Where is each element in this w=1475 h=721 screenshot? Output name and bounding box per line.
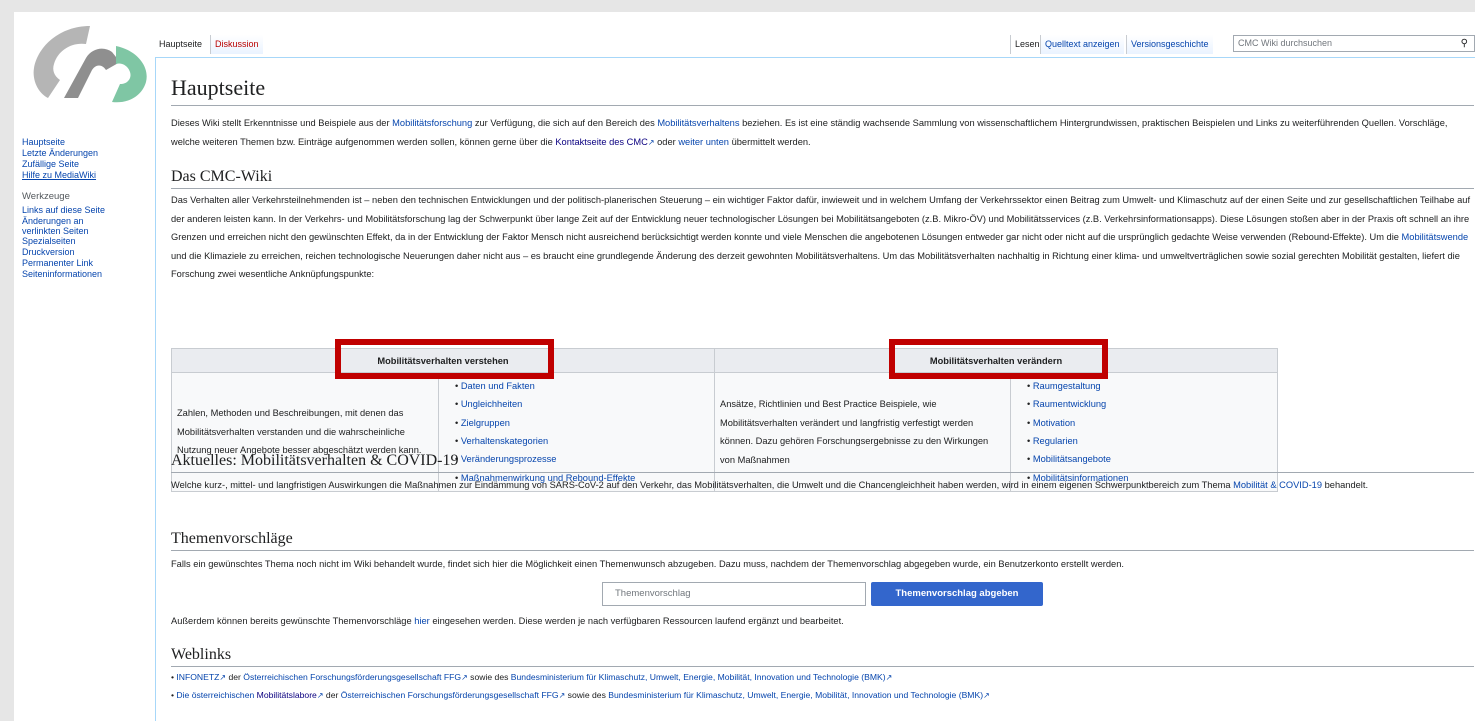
section-heading-themenvorschlaege: Themenvorschläge [171, 530, 1474, 551]
sidebar-item-hilfe[interactable]: Hilfe zu MediaWiki [22, 170, 142, 181]
sidebar-item-links-auf-diese-seite[interactable]: Links auf diese Seite [22, 205, 142, 216]
aktuelles-paragraph: Welche kurz-, mittel- und langfristigen … [171, 480, 1369, 490]
highlight-box-verstehen [335, 339, 554, 379]
link-ungleichheiten[interactable]: Ungleichheiten [461, 399, 523, 409]
highlight-box-veraendern [889, 339, 1108, 379]
link-kontaktseite[interactable]: Kontaktseite des CMC [555, 137, 648, 147]
list-item: Raumgestaltung [1033, 377, 1276, 395]
link-ffg[interactable]: Österreichischen Forschungsförderungsges… [243, 672, 461, 682]
cmc-wiki-paragraph: Das Verhalten aller Verkehrsteilnehmende… [171, 195, 1471, 279]
list-item: Daten und Fakten [461, 377, 713, 395]
main-content: Hauptseite Dieses Wiki stellt Erkenntnis… [155, 57, 1475, 721]
tab-hauptseite[interactable]: Hauptseite [155, 35, 207, 54]
sidebar-item-seiteninformationen[interactable]: Seiteninformationen [22, 269, 142, 280]
col1-links: Daten und Fakten Ungleichheiten Zielgrup… [438, 372, 715, 492]
link-raumentwicklung[interactable]: Raumentwicklung [1033, 399, 1106, 409]
proposal-row: Themenvorschlag Themenvorschlag abgeben [171, 582, 1471, 608]
proposal-input[interactable]: Themenvorschlag [602, 582, 866, 606]
intro-paragraph: Dieses Wiki stellt Erkenntnisse und Beis… [171, 118, 1448, 147]
link-mobilitaetswende[interactable]: Mobilitätswende [1402, 232, 1469, 242]
link-daten-und-fakten[interactable]: Daten und Fakten [461, 381, 535, 391]
search-input[interactable]: CMC Wiki durchsuchen ⚲ [1233, 35, 1475, 52]
section-heading-aktuelles: Aktuelles: Mobilitätsverhalten & COVID-1… [171, 452, 1474, 473]
tab-quelltext-anzeigen[interactable]: Quelltext anzeigen [1040, 35, 1124, 54]
link-bmk[interactable]: Bundesministerium für Klimaschutz, Umwel… [511, 672, 886, 682]
link-verhaltenskategorien[interactable]: Verhaltenskategorien [461, 436, 548, 446]
search-placeholder: CMC Wiki durchsuchen [1238, 38, 1333, 48]
link-zielgruppen[interactable]: Zielgruppen [461, 418, 510, 428]
themenvorschlaege-paragraph: Falls ein gewünschtes Thema noch nicht i… [171, 559, 1124, 569]
col2-description: Ansätze, Richtlinien und Best Practice B… [714, 372, 1011, 492]
section-heading-cmc-wiki: Das CMC-Wiki [171, 168, 1474, 189]
link-regularien[interactable]: Regularien [1033, 436, 1078, 446]
weblinks-list: INFONETZ↗ der Österreichischen Forschung… [171, 669, 990, 705]
sidebar-item-druckversion[interactable]: Druckversion [22, 247, 142, 258]
search-icon[interactable]: ⚲ [1461, 36, 1468, 51]
sidebar-item-letzte-aenderungen[interactable]: Letzte Änderungen [22, 148, 142, 159]
link-mobilitaet-covid[interactable]: Mobilität & COVID-19 [1233, 480, 1322, 490]
link-motivation[interactable]: Motivation [1033, 418, 1075, 428]
section-heading-weblinks: Weblinks [171, 646, 1474, 667]
page-title: Hauptseite [171, 75, 1474, 106]
link-raumgestaltung[interactable]: Raumgestaltung [1033, 381, 1101, 391]
list-item: INFONETZ↗ der Österreichischen Forschung… [171, 669, 990, 687]
themenvorschlaege-paragraph-2: Außerdem können bereits gewünschte Theme… [171, 616, 844, 626]
cmc-logo[interactable] [20, 18, 160, 108]
list-item: Raumentwicklung [1033, 395, 1276, 413]
link-mobilitaetsforschung[interactable]: Mobilitätsforschung [392, 118, 472, 128]
external-link-icon: ↗ [647, 137, 655, 147]
sidebar-item-spezialseiten[interactable]: Spezialseiten [22, 236, 142, 247]
tab-diskussion[interactable]: Diskussion [210, 35, 263, 54]
submit-proposal-button[interactable]: Themenvorschlag abgeben [871, 582, 1043, 606]
tab-versionsgeschichte[interactable]: Versionsgeschichte [1126, 35, 1213, 54]
sidebar: Hauptseite Letzte Änderungen Zufällige S… [22, 137, 142, 280]
link-bmk-2[interactable]: Bundesministerium für Klimaschutz, Umwel… [608, 690, 983, 700]
sidebar-item-permanenter-link[interactable]: Permanenter Link [22, 258, 142, 269]
list-item: Die österreichischen Mobilitätslabore↗ d… [171, 687, 989, 705]
list-item: Motivation [1033, 414, 1276, 432]
list-item: Zielgruppen [461, 414, 713, 432]
tab-lesen[interactable]: Lesen [1010, 35, 1044, 54]
link-mobilitaetslabore[interactable]: Mobilitätslabore [257, 690, 317, 700]
link-ffg-2[interactable]: Österreichischen Forschungsförderungsges… [341, 690, 559, 700]
col2-links: Raumgestaltung Raumentwicklung Motivatio… [1010, 372, 1278, 492]
col1-description: Zahlen, Methoden und Beschreibungen, mit… [171, 372, 439, 492]
tools-heading: Werkzeuge [22, 191, 70, 202]
link-weiter-unten[interactable]: weiter unten [678, 137, 729, 147]
list-item: Ungleichheiten [461, 395, 713, 413]
link-mobilitaetsverhalten[interactable]: Mobilitätsverhaltens [657, 118, 739, 128]
sidebar-item-aenderungen-verlinkt[interactable]: Änderungen an verlinkten Seiten [22, 216, 117, 236]
link-infonetz[interactable]: INFONETZ [176, 672, 219, 682]
list-item: Verhaltenskategorien [461, 432, 713, 450]
list-item: Regularien [1033, 432, 1276, 450]
sidebar-item-hauptseite[interactable]: Hauptseite [22, 137, 142, 148]
link-hier[interactable]: hier [414, 616, 430, 626]
sidebar-item-zufaellige-seite[interactable]: Zufällige Seite [22, 159, 142, 170]
